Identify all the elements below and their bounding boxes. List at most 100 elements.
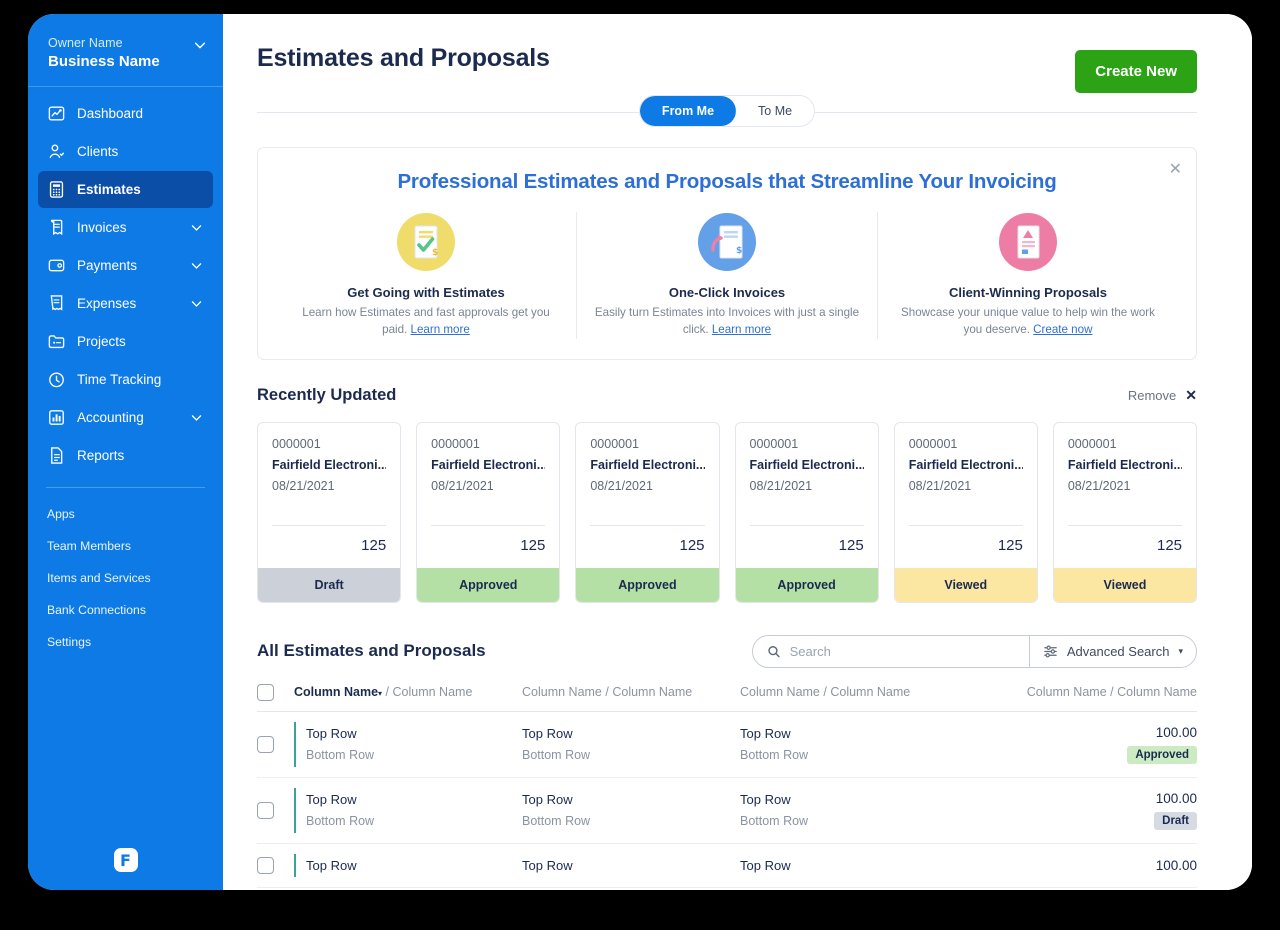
create-new-button[interactable]: Create New — [1075, 50, 1197, 93]
banner-close-icon[interactable]: ✕ — [1169, 162, 1182, 178]
banner-column-title: Client-Winning Proposals — [948, 285, 1108, 300]
table-row[interactable]: Top Row Bottom Row Top Row Bottom Row To… — [257, 712, 1197, 778]
card-client: Fairfield Electroni... — [272, 457, 387, 472]
column-header-2[interactable]: Column Name / Column Name — [522, 685, 740, 699]
sidebar-item-payments[interactable]: Payments — [38, 247, 213, 284]
sidebar-item-settings[interactable]: Settings — [38, 626, 213, 658]
tab-from-me[interactable]: From Me — [639, 96, 737, 126]
table-title: All Estimates and Proposals — [257, 641, 486, 661]
sidebar-item-expenses[interactable]: Expenses — [38, 285, 213, 322]
card-body: 0000001 Fairfield Electroni... 08/21/202… — [1054, 423, 1196, 568]
row-select-cell — [257, 801, 276, 819]
chevron-down-icon[interactable] — [190, 221, 203, 234]
chevron-down-icon[interactable] — [193, 38, 207, 52]
sidebar-item-projects[interactable]: Projects — [38, 323, 213, 360]
banner-link-create-now[interactable]: Create now — [1033, 323, 1092, 336]
column-header-primary: Column Name — [740, 685, 820, 700]
estimate-card[interactable]: 0000001 Fairfield Electroni... 08/21/202… — [575, 421, 720, 603]
remove-label: Remove — [1127, 387, 1177, 403]
chevron-down-icon[interactable] — [190, 259, 203, 272]
sidebar-item-reports[interactable]: Reports — [38, 437, 213, 474]
projects-icon — [48, 335, 65, 349]
card-number: 0000001 — [590, 436, 640, 451]
table-row[interactable]: Top Row Bottom Row Top Row Bottom Row To… — [257, 778, 1197, 844]
sidebar-item-time-tracking[interactable]: Time Tracking — [38, 361, 213, 398]
sidebar-item-invoices[interactable]: Invoices — [38, 209, 213, 246]
card-date: 08/21/2021 — [908, 478, 972, 493]
sidebar-item-accounting[interactable]: Accounting — [38, 399, 213, 436]
clock-icon — [49, 372, 64, 388]
card-amount: 125 — [838, 536, 864, 554]
row-cell-2: Top Row Bottom Row — [522, 726, 740, 762]
card-date: 08/21/2021 — [272, 478, 335, 493]
column-header-1[interactable]: Column Name▾ / Column Name — [294, 685, 522, 699]
card-number: 0000001 — [431, 436, 480, 451]
card-date: 08/21/2021 — [1067, 478, 1131, 493]
estimate-card[interactable]: 0000001 Fairfield Electroni... 08/21/202… — [416, 421, 561, 603]
sort-caret-icon[interactable]: ▾ — [378, 689, 382, 698]
estimate-card[interactable]: 0000001 Fairfield Electroni... 08/21/202… — [257, 421, 402, 603]
estimate-card[interactable]: 0000001 Fairfield Electroni... 08/21/202… — [734, 421, 879, 603]
advanced-search-button[interactable]: Advanced Search ▾ — [1028, 635, 1196, 667]
cell-bottom-text: Bottom Row — [740, 748, 809, 763]
cell-top-text: Top Row — [522, 792, 573, 808]
payments-icon — [48, 259, 65, 272]
sidebar-account-header[interactable]: Owner Name Business Name — [28, 14, 223, 86]
row-checkbox[interactable] — [257, 735, 274, 753]
estimate-check-icon: $ — [397, 213, 455, 271]
row-accent-bar — [294, 787, 296, 833]
table-row[interactable]: Top Row Top Row Top Row 100.00 — [257, 844, 1197, 888]
chevron-down-icon[interactable]: ▾ — [1178, 646, 1183, 657]
sidebar-item-bank-connections[interactable]: Bank Connections — [38, 594, 213, 626]
page-title: Estimates and Proposals — [257, 44, 550, 72]
column-header-separator: / — [823, 685, 827, 700]
freshbooks-logo-icon: F — [113, 848, 138, 872]
sidebar-item-clients[interactable]: Clients — [38, 133, 213, 170]
sidebar-item-dashboard[interactable]: Dashboard — [38, 95, 213, 132]
close-icon[interactable]: ✕ — [1185, 387, 1197, 404]
search-box[interactable] — [753, 636, 1029, 667]
estimates-icon — [49, 181, 64, 198]
row-checkbox[interactable] — [257, 856, 274, 874]
chevron-down-icon[interactable] — [190, 411, 203, 424]
row-checkbox[interactable] — [257, 801, 274, 819]
clients-icon — [49, 144, 65, 159]
tabs-container: From Me To Me — [257, 95, 1197, 129]
sidebar-item-items-and-services[interactable]: Items and Services — [38, 562, 213, 594]
sidebar-item-team-members[interactable]: Team Members — [38, 530, 213, 562]
card-body: 0000001 Fairfield Electroni... 08/21/202… — [576, 423, 718, 568]
tab-to-me[interactable]: To Me — [736, 96, 815, 126]
accounting-icon — [49, 410, 64, 425]
cell-bottom-text: Bottom Row — [306, 814, 375, 829]
cell-top-text: Top Row — [306, 792, 357, 808]
banner-link-learn-more[interactable]: Learn more — [411, 323, 470, 336]
banner-column-estimates: $ Get Going with Estimates Learn how Est… — [276, 212, 576, 339]
column-header-secondary: Column Name — [612, 685, 693, 700]
sidebar-item-apps[interactable]: Apps — [38, 498, 213, 530]
filter-sliders-icon — [1044, 645, 1057, 658]
column-header-3[interactable]: Column Name / Column Name — [740, 685, 1008, 699]
row-cell-3: Top Row — [740, 858, 1008, 873]
column-header-4[interactable]: Column Name / Column Name — [1008, 685, 1197, 699]
row-amount: 100.00 — [1155, 724, 1197, 740]
banner-link-learn-more[interactable]: Learn more — [712, 323, 771, 336]
card-date: 08/21/2021 — [431, 478, 494, 493]
sidebar-item-label: Invoices — [77, 220, 127, 235]
chevron-down-icon[interactable] — [190, 297, 203, 310]
column-header-secondary: Column Name — [392, 685, 473, 700]
row-cell-2: Top Row — [522, 858, 740, 873]
sidebar-logo: F — [28, 848, 223, 872]
remove-section-button[interactable]: Remove ✕ — [1128, 387, 1197, 404]
column-header-primary: Column Name — [522, 685, 602, 700]
recently-updated-header: Recently Updated Remove ✕ — [257, 386, 1197, 405]
search-input[interactable] — [789, 643, 1015, 659]
cell-top-text: Top Row — [522, 857, 573, 873]
estimate-card[interactable]: 0000001 Fairfield Electroni... 08/21/202… — [1052, 421, 1198, 603]
select-all-checkbox[interactable] — [257, 683, 274, 701]
sidebar-item-label: Payments — [77, 258, 138, 273]
cell-bottom-text: Bottom Row — [306, 748, 375, 763]
card-number: 0000001 — [272, 436, 321, 451]
row-cell-amount: 100.00 Approved — [1008, 725, 1197, 764]
estimate-card[interactable]: 0000001 Fairfield Electroni... 08/21/202… — [893, 421, 1038, 603]
sidebar-item-estimates[interactable]: Estimates — [38, 171, 213, 208]
